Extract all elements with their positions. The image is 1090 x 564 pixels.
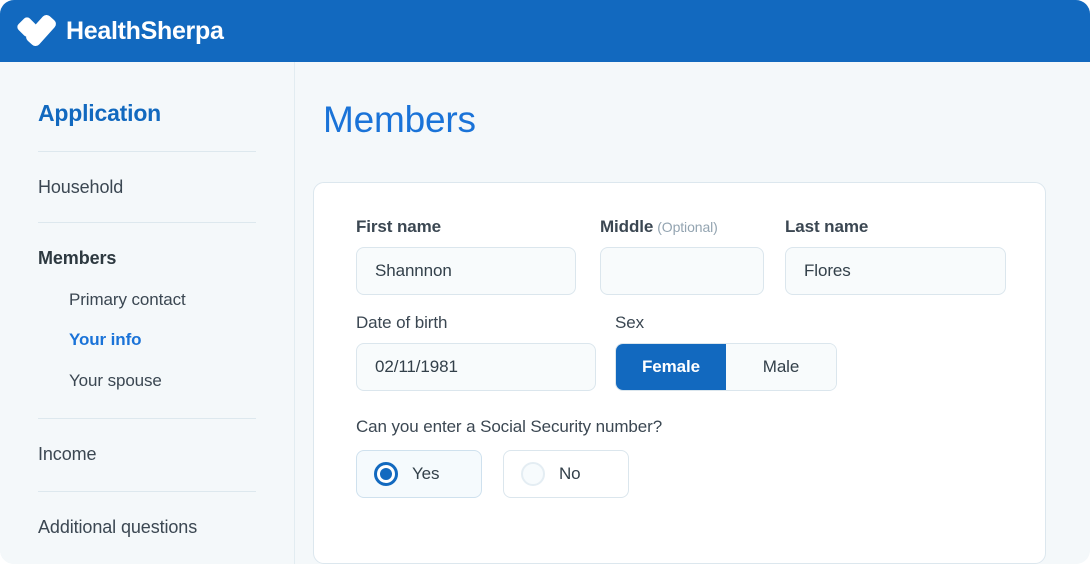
middle-name-optional-tag: (Optional) bbox=[657, 219, 718, 235]
middle-name-label: Middle (Optional) bbox=[600, 217, 764, 237]
radio-unselected-icon bbox=[521, 462, 545, 486]
ssn-option-no[interactable]: No bbox=[503, 450, 629, 498]
app-header: HealthSherpa bbox=[0, 0, 1090, 62]
sex-option-female[interactable]: Female bbox=[616, 344, 726, 390]
sex-option-male[interactable]: Male bbox=[726, 344, 836, 390]
first-name-input[interactable] bbox=[356, 247, 576, 295]
sidebar-item-household[interactable]: Household bbox=[38, 152, 256, 198]
date-of-birth-input[interactable] bbox=[356, 343, 596, 391]
name-field-row: First name Middle(Optional) Last name bbox=[356, 217, 1006, 295]
sidebar: Application Household Members Primary co… bbox=[0, 62, 295, 564]
brand-name: HealthSherpa bbox=[66, 16, 224, 45]
sidebar-item-members[interactable]: Members bbox=[38, 223, 256, 269]
sex-segmented-control: Female Male bbox=[615, 343, 837, 391]
date-of-birth-label: Date of birth bbox=[356, 313, 448, 332]
sidebar-item-additional-questions[interactable]: Additional questions bbox=[38, 492, 256, 538]
sex-label: Sex bbox=[615, 313, 644, 332]
app-window: HealthSherpa Application Household Membe… bbox=[0, 0, 1090, 564]
middle-name-field: Middle (Optional) bbox=[600, 217, 764, 295]
middle-name-input[interactable] bbox=[600, 247, 764, 295]
sidebar-item-your-info[interactable]: Your info bbox=[38, 309, 256, 350]
healthsherpa-heart-icon bbox=[15, 12, 61, 49]
ssn-radio-group: Yes No bbox=[356, 450, 1003, 498]
dob-sex-field-row: Date of birth Sex Female Male bbox=[356, 313, 1003, 391]
last-name-input[interactable] bbox=[785, 247, 1006, 295]
ssn-option-no-label: No bbox=[559, 464, 581, 483]
last-name-field: Last name bbox=[785, 217, 1006, 295]
first-name-field: First name bbox=[356, 217, 576, 295]
page-title: Members bbox=[323, 99, 476, 140]
ssn-question-label: Can you enter a Social Security number? bbox=[356, 417, 663, 436]
sidebar-item-your-spouse[interactable]: Your spouse bbox=[38, 350, 256, 391]
app-body: Application Household Members Primary co… bbox=[0, 62, 1090, 564]
sidebar-item-primary-contact[interactable]: Primary contact bbox=[38, 269, 256, 310]
sex-field: Sex Female Male bbox=[615, 313, 837, 391]
date-of-birth-field: Date of birth bbox=[356, 313, 596, 391]
middle-name-label-text: Middle bbox=[600, 217, 654, 236]
ssn-option-yes-label: Yes bbox=[412, 464, 440, 483]
sidebar-item-income[interactable]: Income bbox=[38, 419, 256, 465]
last-name-label: Last name bbox=[785, 217, 869, 236]
main-content: Members First name Middle(Optional) bbox=[295, 62, 1090, 564]
radio-selected-icon bbox=[374, 462, 398, 486]
ssn-option-yes[interactable]: Yes bbox=[356, 450, 482, 498]
sidebar-title: Application bbox=[38, 100, 162, 126]
first-name-label: First name bbox=[356, 217, 441, 236]
member-form-card: First name Middle(Optional) Last name bbox=[313, 182, 1046, 564]
